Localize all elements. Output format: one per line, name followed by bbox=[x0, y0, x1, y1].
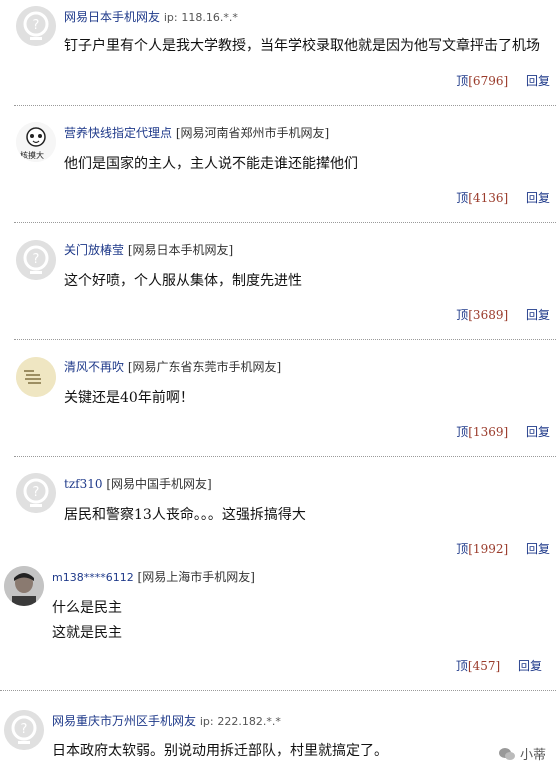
upvote-link[interactable]: 顶[6796] bbox=[456, 74, 508, 88]
upvote-label: 顶 bbox=[455, 659, 468, 673]
ip-address: 118.16.*.* bbox=[181, 11, 238, 24]
comment-text: 他们是国家的主人，主人说不能走谁还能撵他们 bbox=[64, 156, 358, 172]
svg-text:?: ? bbox=[33, 18, 40, 33]
upvote-label: 顶 bbox=[456, 542, 469, 556]
upvote-link[interactable]: 顶[1369] bbox=[456, 425, 508, 439]
comment-actions: 顶[1369] 回复 bbox=[456, 423, 550, 440]
upvote-count: [6796] bbox=[468, 74, 509, 88]
reply-link[interactable]: 回复 bbox=[526, 191, 550, 205]
svg-text:?: ? bbox=[33, 252, 40, 267]
comment-actions: 顶[1992] 回复 bbox=[456, 540, 550, 557]
user-photo-icon bbox=[4, 566, 44, 606]
default-avatar-icon: ? bbox=[16, 6, 56, 46]
chat-bubble-icon bbox=[498, 747, 515, 760]
comment-text-line-1: 什么是民主 bbox=[52, 600, 122, 616]
reply-link[interactable]: 回复 bbox=[518, 659, 542, 673]
avatar[interactable] bbox=[4, 566, 44, 606]
comment-text: 居民和警察13人丧命。。。这强拆搞得大 bbox=[64, 507, 306, 523]
svg-text:?: ? bbox=[21, 722, 28, 737]
location-label: [网易中国手机网友] bbox=[106, 477, 212, 491]
reply-link[interactable]: 回复 bbox=[526, 542, 550, 556]
divider bbox=[14, 222, 556, 223]
avatar[interactable]: 核摸大 bbox=[16, 122, 56, 162]
comment-meta: 清风不再吹 [网易广东省东莞市手机网友] bbox=[64, 358, 281, 375]
default-avatar-icon: ? bbox=[16, 473, 56, 513]
watermark: 小蒂 bbox=[498, 744, 546, 763]
upvote-label: 顶 bbox=[456, 425, 469, 439]
upvote-label: 顶 bbox=[456, 308, 469, 322]
divider bbox=[14, 105, 556, 106]
divider bbox=[14, 339, 556, 340]
svg-text:?: ? bbox=[33, 485, 40, 500]
default-avatar-icon: ? bbox=[16, 240, 56, 280]
avatar[interactable]: ? bbox=[4, 710, 44, 750]
ip-address: 222.182.*.* bbox=[217, 715, 281, 728]
comment-meta: 网易重庆市万州区手机网友 ip: 222.182.*.* bbox=[52, 712, 281, 729]
upvote-count: [457] bbox=[467, 659, 501, 673]
username-link[interactable]: 清风不再吹 bbox=[64, 360, 124, 374]
comment-meta: 网易日本手机网友 ip: 118.16.*.* bbox=[64, 8, 238, 25]
avatar[interactable]: ? bbox=[16, 473, 56, 513]
divider bbox=[0, 690, 556, 691]
avatar[interactable]: ? bbox=[16, 6, 56, 46]
comment-meta: 关门放椿莹 [网易日本手机网友] bbox=[64, 241, 233, 258]
upvote-link[interactable]: 顶[3689] bbox=[456, 308, 508, 322]
comment-text: 日本政府太软弱。别说动用拆迁部队，村里就搞定了。 bbox=[52, 743, 388, 759]
comment-text: 这个好喷，个人服从集体，制度先进性 bbox=[64, 273, 302, 289]
username-link[interactable]: tzf310 bbox=[64, 477, 103, 491]
upvote-label: 顶 bbox=[456, 191, 469, 205]
username-link[interactable]: 关门放椿莹 bbox=[64, 243, 124, 257]
upvote-count: [1992] bbox=[468, 542, 509, 556]
comment-text-line-2: 这就是民主 bbox=[52, 625, 122, 641]
username-link[interactable]: 网易重庆市万州区手机网友 bbox=[52, 714, 196, 728]
ip-label: ip: bbox=[163, 11, 178, 24]
upvote-count: [3689] bbox=[468, 308, 509, 322]
upvote-count: [4136] bbox=[468, 191, 509, 205]
handwriting-avatar-icon bbox=[16, 357, 56, 397]
upvote-link[interactable]: 顶[1992] bbox=[456, 542, 508, 556]
location-label: [网易河南省郑州市手机网友] bbox=[175, 126, 330, 140]
comment-actions: 顶[457] 回复 bbox=[456, 657, 542, 674]
comment-text: 钉子户里有个人是我大学教授，当年学校录取他就是因为他写文章抨击了机场 bbox=[64, 38, 540, 54]
upvote-count: [1369] bbox=[468, 425, 509, 439]
comment-text: 关键还是40年前啊！ bbox=[64, 390, 194, 406]
default-avatar-icon: ? bbox=[4, 710, 44, 750]
ip-label: ip: bbox=[199, 715, 214, 728]
username-link[interactable]: m138****6112 bbox=[52, 571, 134, 584]
upvote-label: 顶 bbox=[456, 74, 469, 88]
comment-meta: 营养快线指定代理点 [网易河南省郑州市手机网友] bbox=[64, 124, 329, 141]
upvote-link[interactable]: 顶[457] bbox=[456, 659, 500, 673]
location-label: [网易日本手机网友] bbox=[127, 243, 234, 257]
comment-actions: 顶[3689] 回复 bbox=[456, 306, 550, 323]
avatar[interactable] bbox=[16, 357, 56, 397]
reply-link[interactable]: 回复 bbox=[526, 74, 550, 88]
comment-meta: tzf310 [网易中国手机网友] bbox=[64, 475, 212, 492]
location-label: [网易上海市手机网友] bbox=[137, 570, 255, 584]
divider bbox=[14, 456, 556, 457]
avatar-caption: 核摸大 bbox=[20, 151, 44, 160]
comment-meta: m138****6112 [网易上海市手机网友] bbox=[52, 568, 255, 585]
location-label: [网易广东省东莞市手机网友] bbox=[127, 360, 282, 374]
reply-link[interactable]: 回复 bbox=[526, 425, 550, 439]
comment-actions: 顶[6796] 回复 bbox=[456, 72, 550, 89]
reply-link[interactable]: 回复 bbox=[526, 308, 550, 322]
avatar[interactable]: ? bbox=[16, 240, 56, 280]
upvote-link[interactable]: 顶[4136] bbox=[456, 191, 508, 205]
username-link[interactable]: 网易日本手机网友 bbox=[64, 10, 160, 24]
username-link[interactable]: 营养快线指定代理点 bbox=[64, 126, 172, 140]
comment-actions: 顶[4136] 回复 bbox=[456, 189, 550, 206]
watermark-text: 小蒂 bbox=[519, 748, 546, 763]
